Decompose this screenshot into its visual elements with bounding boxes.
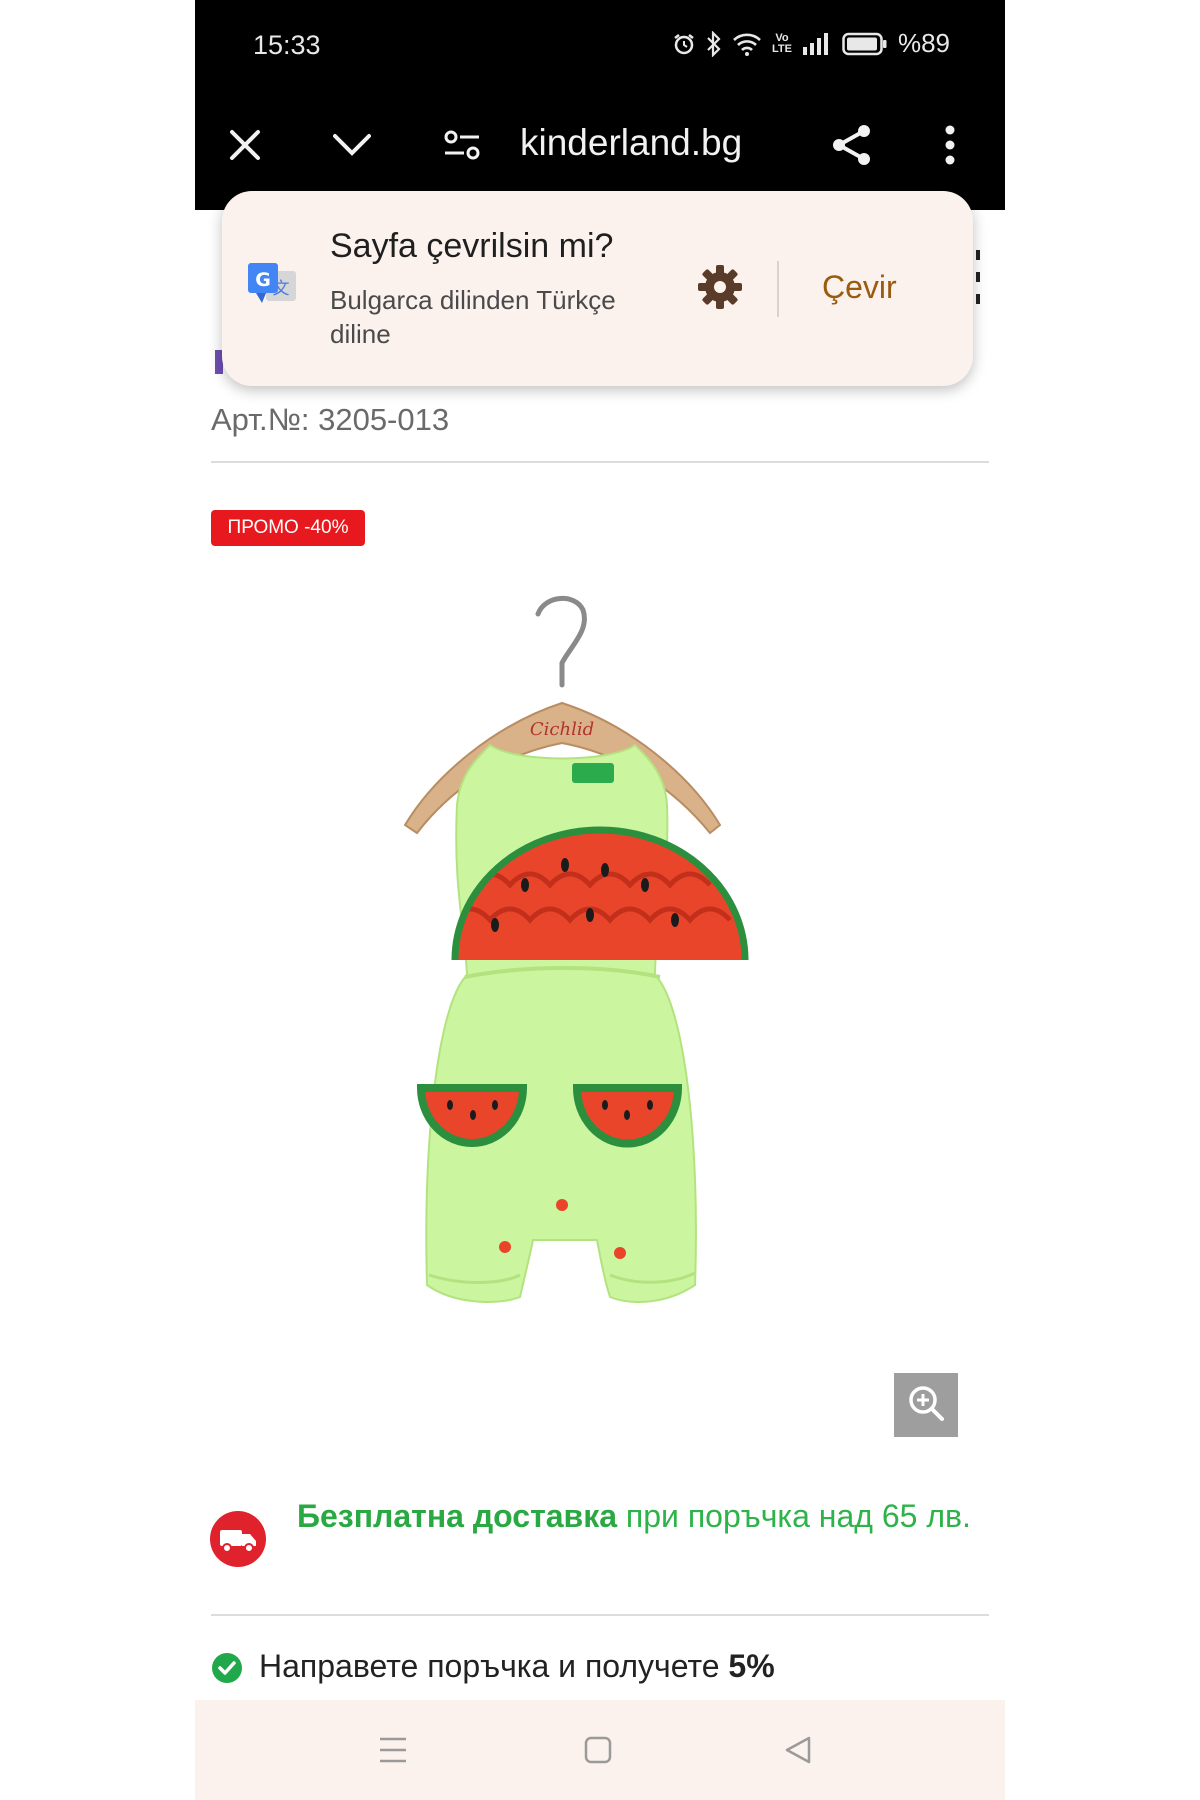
discount-promo-label: Направете поръчка и получете — [259, 1648, 729, 1684]
google-translate-icon: 文 G — [248, 261, 298, 313]
product-image[interactable]: Cichlid — [365, 585, 835, 1345]
check-circle-icon — [211, 1652, 243, 1684]
delivery-truck-icon — [209, 1510, 267, 1568]
translate-divider — [777, 261, 779, 317]
recent-apps-icon[interactable] — [373, 1730, 413, 1770]
discount-promo-text: Направете поръчка и получете 5% — [259, 1648, 775, 1685]
status-bar: 15:33 Vo LTE %89 — [195, 0, 1005, 95]
free-delivery-text: Безплатна доставка при поръчка над 65 лв… — [297, 1494, 987, 1538]
wifi-icon — [732, 32, 762, 56]
volte-icon: Vo LTE — [771, 31, 792, 55]
page-info-icon[interactable] — [440, 123, 484, 167]
divider — [211, 461, 989, 463]
bluetooth-icon — [706, 30, 722, 57]
status-time: 15:33 — [253, 30, 321, 60]
battery-icon — [842, 32, 888, 56]
free-delivery-condition: при поръчка над 65 лв. — [617, 1498, 971, 1534]
signal-icon — [802, 32, 832, 55]
discount-percent: 5% — [728, 1648, 775, 1684]
share-icon[interactable] — [830, 123, 874, 167]
home-icon[interactable] — [578, 1730, 618, 1770]
translate-button[interactable]: Çevir — [822, 269, 897, 306]
close-icon[interactable] — [223, 123, 267, 167]
zoom-button[interactable] — [894, 1373, 958, 1437]
url-display[interactable]: kinderland.bg — [520, 122, 742, 164]
translate-title: Sayfa çevrilsin mi? — [330, 227, 614, 265]
article-number: Арт.№: 3205-013 — [211, 402, 450, 437]
hanger-logo: Cichlid — [530, 719, 594, 740]
chevron-down-icon[interactable] — [330, 123, 374, 167]
translate-subtitle: Bulgarca dilinden Türkçe diline — [330, 285, 616, 349]
translate-popup: 文 G Sayfa çevrilsin mi? Bulgarca dilinde… — [222, 191, 973, 386]
phone-screen: 15:33 Vo LTE %89 kinderland.bg 文 G Sayfa… — [195, 0, 1005, 1800]
promo-badge: ПРОМО -40% — [211, 510, 365, 546]
alarm-icon — [672, 32, 696, 56]
svg-text:G: G — [255, 269, 271, 291]
battery-percent: %89 — [897, 28, 950, 58]
zoom-in-icon — [906, 1383, 946, 1427]
status-icons: Vo LTE %89 — [672, 28, 950, 59]
system-nav-bar — [195, 1700, 1005, 1800]
divider — [211, 1614, 989, 1616]
gear-icon[interactable] — [696, 263, 744, 311]
page-menu-dots[interactable] — [973, 250, 983, 310]
back-icon[interactable] — [778, 1730, 818, 1770]
more-vert-icon[interactable] — [928, 123, 972, 167]
free-delivery-bold: Безплатна доставка — [297, 1498, 618, 1534]
